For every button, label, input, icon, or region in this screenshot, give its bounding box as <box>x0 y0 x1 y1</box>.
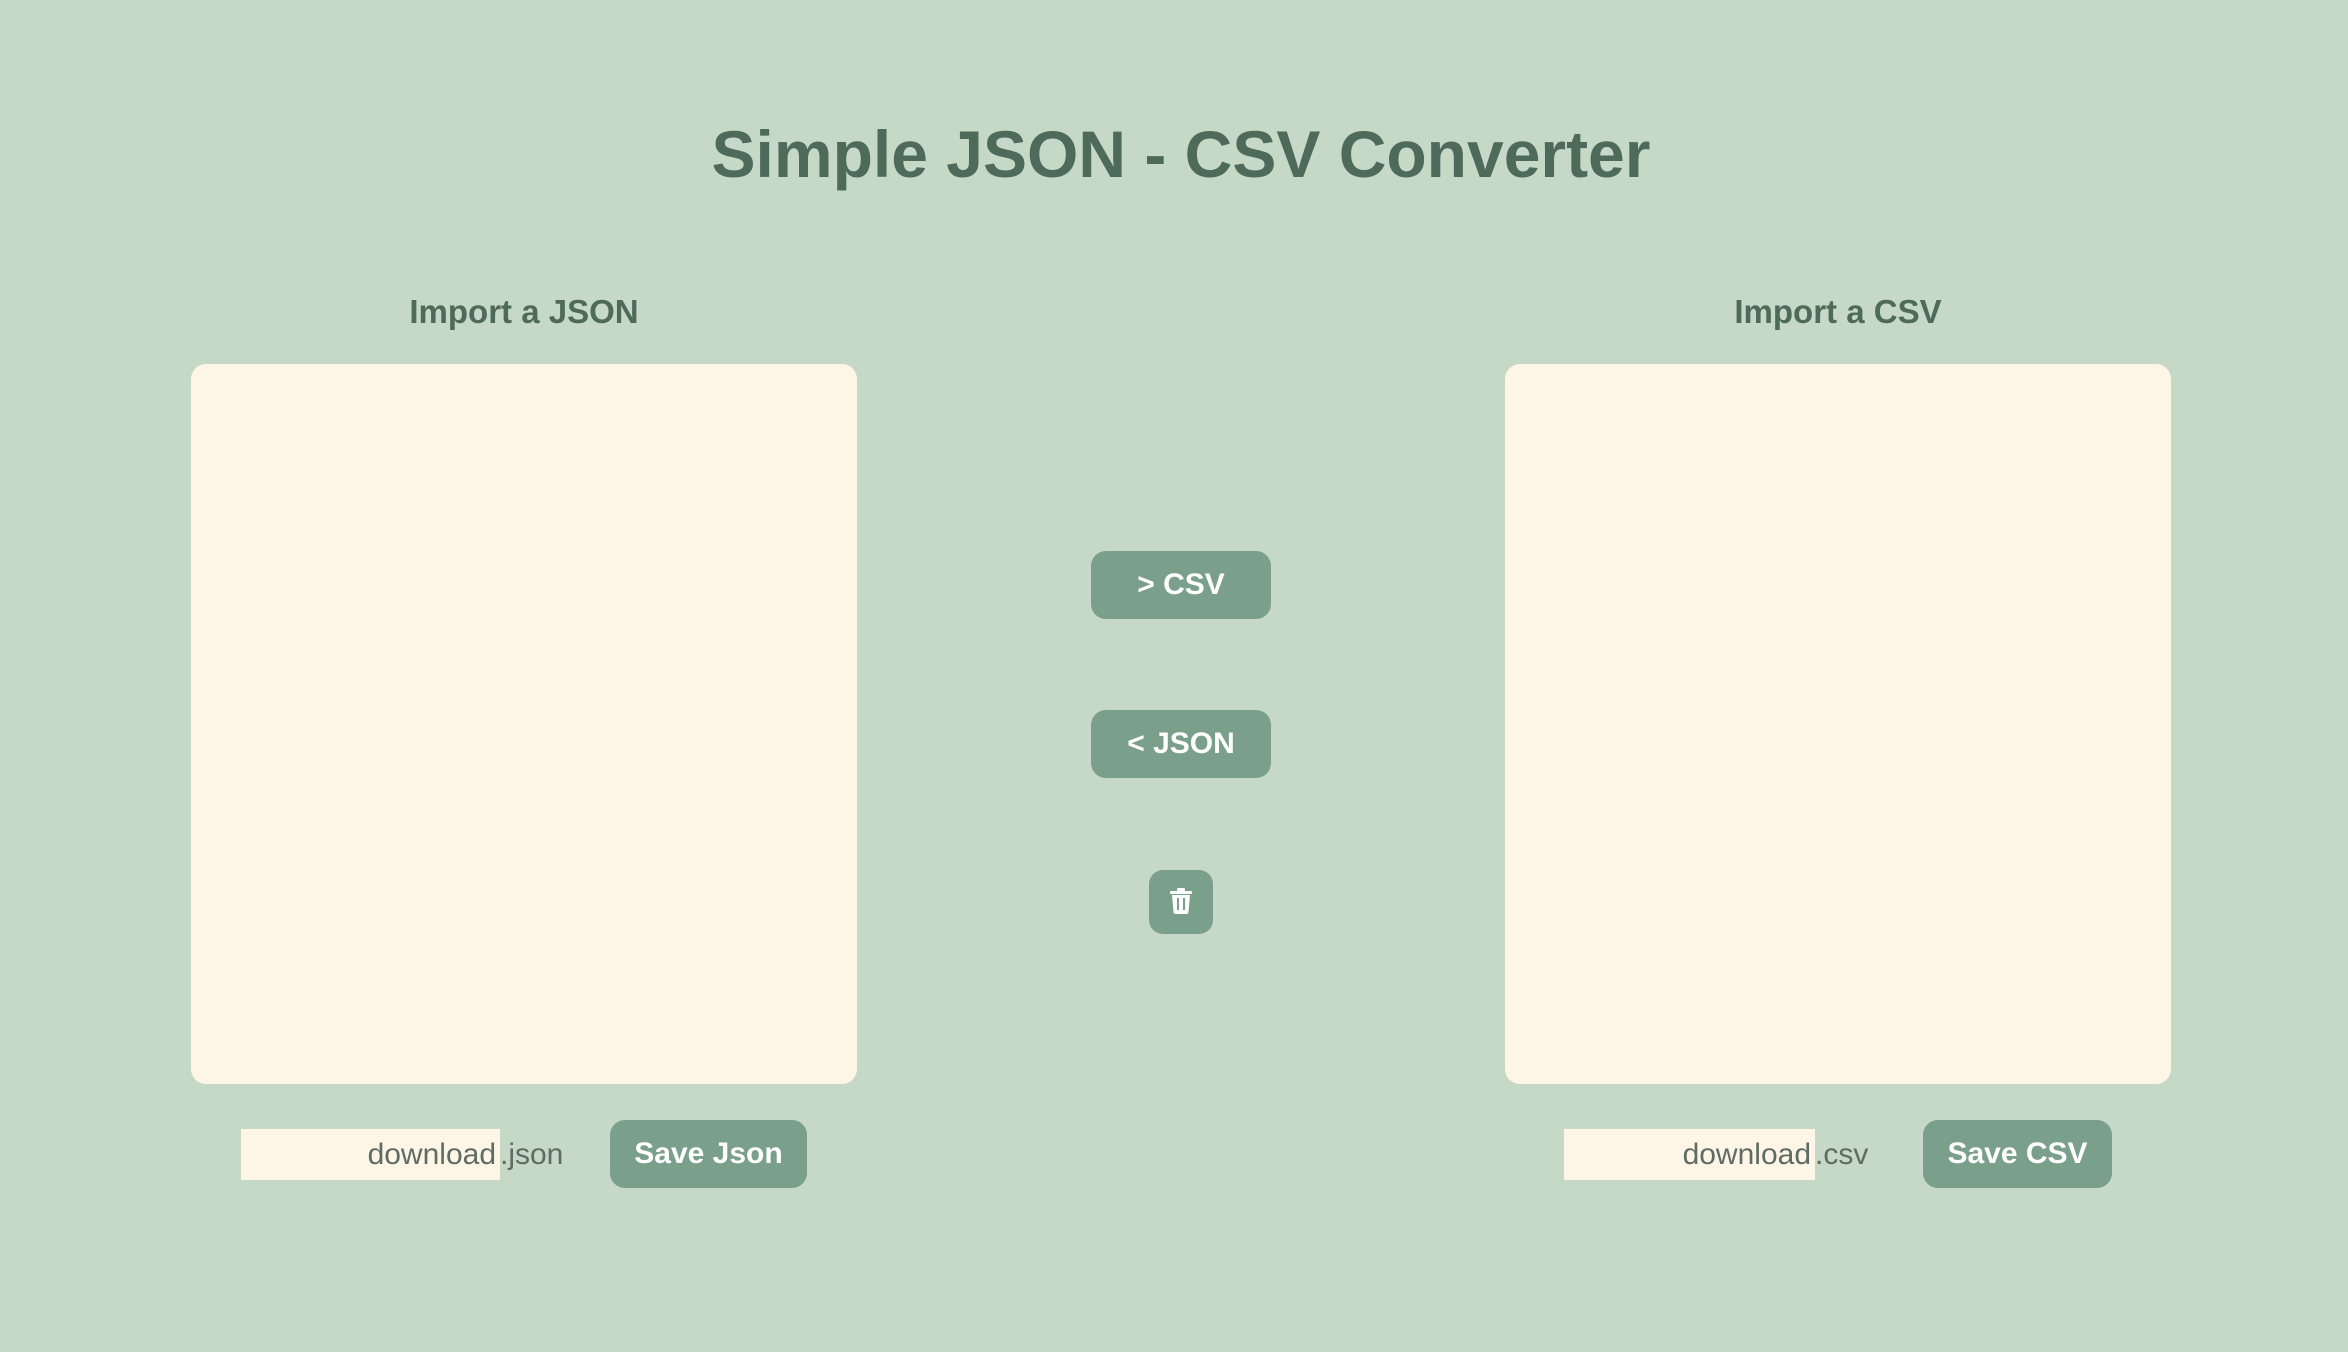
page-title: Simple JSON - CSV Converter <box>711 117 1651 191</box>
csv-filename-input[interactable] <box>1564 1129 1815 1180</box>
convert-to-csv-button[interactable]: > CSV <box>1091 551 1271 619</box>
save-csv-button[interactable]: Save CSV <box>1923 1120 2112 1188</box>
csv-textarea[interactable] <box>1505 364 2171 1084</box>
json-textarea[interactable] <box>191 364 857 1084</box>
csv-extension-label: .csv <box>1815 1138 1869 1171</box>
trash-icon <box>1170 888 1192 914</box>
csv-panel-label: Import a CSV <box>1734 293 1942 330</box>
convert-to-json-button[interactable]: < JSON <box>1091 710 1271 778</box>
json-extension-label: .json <box>500 1138 564 1171</box>
save-json-button[interactable]: Save Json <box>610 1120 807 1188</box>
json-filename-input[interactable] <box>241 1129 500 1180</box>
clear-button[interactable] <box>1149 870 1213 934</box>
json-panel-label: Import a JSON <box>409 293 639 330</box>
